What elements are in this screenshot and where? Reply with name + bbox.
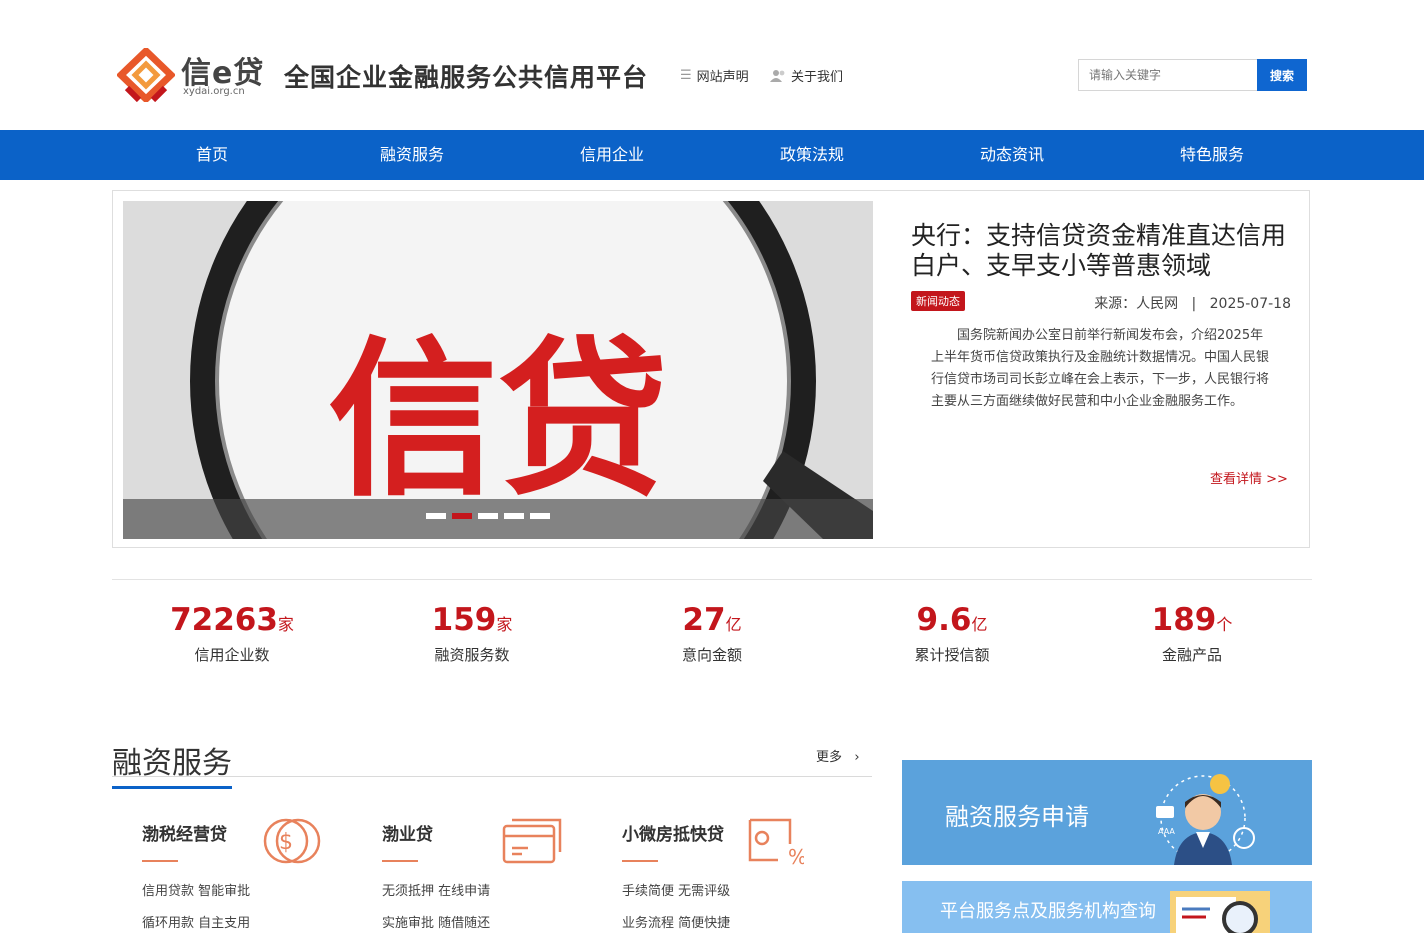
stat-unit: 个 — [1216, 615, 1233, 634]
aaa-badge: AAA — [1158, 827, 1175, 836]
stat-credit-enterprises: 72263家 信用企业数 — [112, 602, 352, 665]
search-document-icon — [1170, 891, 1270, 933]
section-underline — [112, 776, 872, 777]
product-card[interactable]: 小微房抵快贷 % 手续简便 无需评级 业务流程 简便快捷 — [592, 800, 832, 933]
carousel-dot[interactable] — [426, 513, 446, 519]
product-name: 渤业贷 — [382, 825, 433, 845]
carousel-slide[interactable]: 信贷 — [123, 201, 873, 539]
about-us-link[interactable]: 关于我们 — [770, 66, 843, 85]
logo-mark-icon — [117, 48, 175, 102]
nav-item-featured[interactable]: 特色服务 — [1112, 130, 1312, 180]
financing-section-title: 融资服务 — [112, 738, 232, 789]
news-summary: 国务院新闻办公室日前举行新闻发布会，介绍2025年上半年货币信贷政策执行及金融统… — [931, 328, 1270, 409]
news-separator: | — [1191, 296, 1197, 312]
card-rule — [142, 860, 178, 862]
news-title[interactable]: 央行：支持信贷资金精准直达信用白户、支早支小等普惠领域 — [911, 221, 1291, 281]
nav-item-news[interactable]: 动态资讯 — [912, 130, 1112, 180]
chevron-right-icon: › — [846, 750, 860, 765]
news-panel: 央行：支持信贷资金精准直达信用白户、支早支小等普惠领域 新闻动态 来源：人民网 … — [911, 221, 1291, 487]
query-label: 平台服务点及服务机构查询 — [940, 901, 1156, 922]
svg-text:$: $ — [279, 830, 293, 855]
product-feature: 业务流程 简便快捷 — [622, 916, 731, 931]
product-feature: 无须抵押 在线申请 — [382, 884, 491, 899]
stat-label: 信用企业数 — [194, 646, 270, 664]
featured-banner: 信贷 央行：支持信贷资金精准直达信用白户、支早支小等普惠领域 新闻动态 来源：人… — [112, 190, 1310, 548]
financing-more-link[interactable]: 更多 › — [816, 746, 860, 765]
nav-item-policy[interactable]: 政策法规 — [712, 130, 912, 180]
card-rule — [382, 860, 418, 862]
search-input[interactable] — [1078, 59, 1257, 91]
news-date: 2025-07-18 — [1209, 296, 1291, 312]
search-button[interactable]: 搜索 — [1257, 59, 1307, 91]
news-source: 来源：人民网 — [1094, 296, 1179, 312]
stat-unit: 家 — [496, 615, 513, 634]
stat-label: 融资服务数 — [434, 646, 510, 664]
list-icon: ☰ — [680, 68, 692, 83]
main-nav: 首页 融资服务 信用企业 政策法规 动态资讯 特色服务 — [0, 130, 1424, 180]
stat-label: 意向金额 — [681, 646, 742, 664]
about-us-label: 关于我们 — [791, 70, 844, 85]
stat-value: 72263 — [170, 602, 278, 638]
service-point-query-banner[interactable]: 平台服务点及服务机构查询 — [902, 881, 1312, 933]
stat-label: 金融产品 — [1161, 646, 1222, 664]
site-statement-link[interactable]: ☰ 网站声明 — [680, 66, 749, 85]
search-bar: 搜索 — [1078, 59, 1307, 91]
nav-item-financing[interactable]: 融资服务 — [312, 130, 512, 180]
news-detail-link[interactable]: 查看详情 >> — [1210, 468, 1288, 487]
carousel-dot[interactable] — [530, 513, 550, 519]
stat-unit: 亿 — [725, 615, 742, 634]
carousel-dot[interactable] — [504, 513, 524, 519]
card-rule — [622, 860, 658, 862]
stat-value: 9.6 — [916, 602, 972, 638]
site-title: 全国企业金融服务公共信用平台 — [284, 63, 649, 92]
stat-financing-services: 159家 融资服务数 — [352, 602, 592, 665]
product-card[interactable]: 渤税经营贷 $ 信用贷款 智能审批 循环用款 自主支用 — [112, 800, 352, 933]
product-feature: 信用贷款 智能审批 — [142, 884, 251, 899]
carousel-dot-active[interactable] — [452, 513, 472, 519]
news-source-date: 来源：人民网 | 2025-07-18 — [1094, 293, 1291, 313]
more-label: 更多 — [816, 750, 843, 765]
stat-unit: 亿 — [971, 615, 988, 634]
nav-item-credit-enterprise[interactable]: 信用企业 — [512, 130, 712, 180]
financing-apply-banner[interactable]: 融资服务申请 AAA — [902, 760, 1312, 865]
news-meta: 新闻动态 来源：人民网 | 2025-07-18 — [911, 291, 1291, 313]
stat-value: 27 — [682, 602, 726, 638]
site-statement-label: 网站声明 — [696, 70, 749, 85]
product-name: 渤税经营贷 — [142, 825, 227, 845]
stat-total-credit: 9.6亿 累计授信额 — [832, 602, 1072, 665]
stat-value: 159 — [431, 602, 497, 638]
section-divider — [112, 579, 1312, 580]
stat-financial-products: 189个 金融产品 — [1072, 602, 1312, 665]
news-tag: 新闻动态 — [911, 291, 965, 311]
apply-label: 融资服务申请 — [945, 803, 1089, 831]
nav-item-home[interactable]: 首页 — [112, 130, 312, 180]
product-feature: 循环用款 自主支用 — [142, 916, 251, 931]
carousel-dot[interactable] — [478, 513, 498, 519]
product-feature: 实施审批 随借随还 — [382, 916, 491, 931]
product-name: 小微房抵快贷 — [622, 825, 724, 845]
stat-unit: 家 — [277, 615, 294, 634]
stat-intended-amount: 27亿 意向金额 — [592, 602, 832, 665]
product-feature: 手续简便 无需评级 — [622, 884, 731, 899]
stat-label: 累计授信额 — [914, 646, 990, 664]
magnifier-image: 信贷 — [123, 201, 873, 539]
site-logo[interactable]: 信e贷 xydai.org.cn — [117, 46, 267, 102]
product-card[interactable]: 渤业贷 无须抵押 在线申请 实施审批 随借随还 — [352, 800, 592, 933]
carousel-dots — [426, 513, 550, 519]
svg-text:%: % — [788, 845, 804, 866]
carousel-indicator-bar — [123, 499, 873, 539]
header: 信e贷 xydai.org.cn 全国企业金融服务公共信用平台 ☰ 网站声明 关… — [0, 0, 1424, 130]
coins-icon: $ — [263, 818, 321, 864]
logo-domain: xydai.org.cn — [183, 86, 245, 97]
card-icon — [502, 818, 562, 864]
users-icon — [770, 70, 785, 82]
percent-icon: % — [748, 818, 804, 866]
slide-headline: 信贷 — [328, 322, 668, 520]
customer-service-icon: AAA — [1156, 774, 1255, 865]
stat-value: 189 — [1151, 602, 1217, 638]
